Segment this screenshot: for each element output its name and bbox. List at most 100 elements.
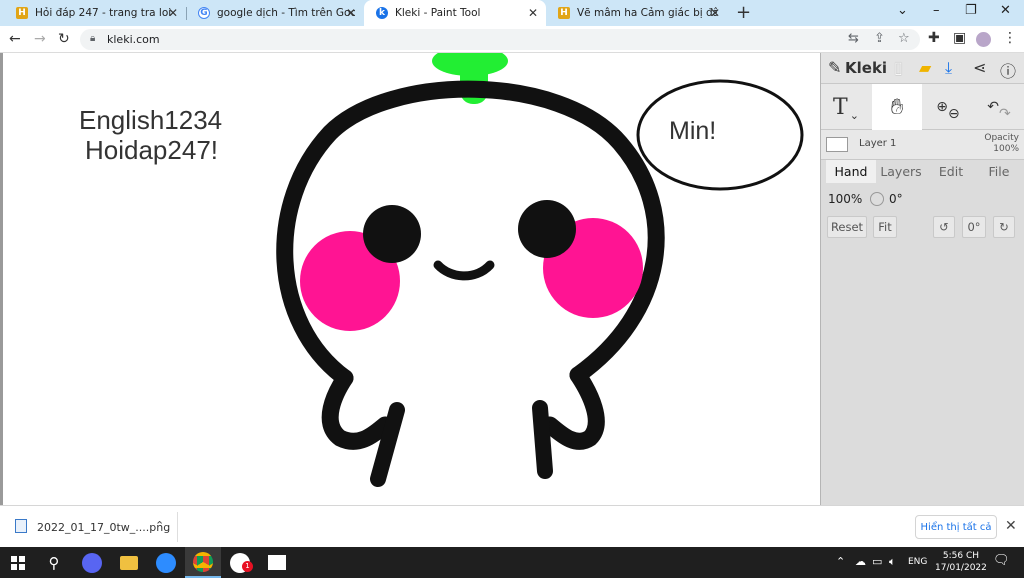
opacity-value: 100% xyxy=(993,144,1019,154)
lock-icon[interactable]: 🔒︎ xyxy=(90,33,95,44)
close-tab-icon[interactable]: ✕ xyxy=(710,6,720,20)
show-all-button[interactable]: Hiển thị tất cả xyxy=(915,515,997,539)
file-icon xyxy=(15,519,27,533)
reset-button[interactable]: Reset xyxy=(827,216,867,238)
chrome-icon[interactable] xyxy=(185,547,221,578)
text-tool-icon[interactable]: T ⌄ xyxy=(821,84,871,130)
kleki-logo-icon: ✎ xyxy=(828,58,842,77)
tab-title: Hỏi đáp 247 - trang tra loi xyxy=(35,7,172,19)
reload-icon[interactable]: ↻ xyxy=(58,31,70,47)
tab-ve-mam[interactable]: H Vẽ mâm ha Cảm giác bị đâm sau ✕ xyxy=(546,0,728,26)
tray-app-icon[interactable]: ☁︎ xyxy=(855,555,866,568)
tab-kleki[interactable]: k Kleki - Paint Tool ✕ xyxy=(364,0,546,26)
new-tab-icon[interactable]: + xyxy=(736,2,751,23)
panel-top-bar: ✎ Kleki ▯ ▰ ⤓ ⋖ ⓘ xyxy=(821,53,1024,84)
share-icon[interactable]: ⋖ xyxy=(973,58,986,77)
kleki-side-panel: ✎ Kleki ▯ ▰ ⤓ ⋖ ⓘ T ⌄ ✋︎ ⊕ ⊖ ↶ ↷ Layer 1 Op… xyxy=(820,53,1024,505)
download-file-name[interactable]: 2022_01_17_0tw_....png xyxy=(37,521,170,534)
hoidap-h-icon: H xyxy=(558,7,570,19)
download-icon[interactable]: ⤓ xyxy=(945,58,952,78)
google-g-icon: G xyxy=(198,7,210,19)
rotate-left-icon[interactable]: ↺ xyxy=(933,216,955,238)
volume-icon[interactable]: 🔈︎ xyxy=(889,555,896,569)
zoom-app-icon[interactable] xyxy=(148,547,184,578)
close-window-icon[interactable]: ✕ xyxy=(1000,3,1011,18)
speech-bubble-text: Min! xyxy=(669,117,717,145)
tray-chevron-icon[interactable]: ⌃ xyxy=(836,555,845,568)
open-folder-icon[interactable]: ▰ xyxy=(919,58,931,77)
restore-icon[interactable]: ❐ xyxy=(965,3,977,18)
kleki-icon: k xyxy=(376,7,388,19)
zalo-icon[interactable]: 1 xyxy=(222,547,258,578)
network-icon[interactable]: ▭ xyxy=(872,555,882,568)
close-tab-icon[interactable]: ✕ xyxy=(168,6,178,20)
tab-hand[interactable]: Hand xyxy=(826,160,876,183)
photos-icon[interactable] xyxy=(259,547,295,578)
left-leg-outline xyxy=(321,369,394,450)
navigation-bar: ← → ↻ 🔒︎ kleki.com ⇆ ⇪ ☆ ✚ ▣ ⋮ xyxy=(0,26,1024,53)
help-icon[interactable]: ⓘ xyxy=(1000,58,1016,82)
minimize-icon[interactable]: – xyxy=(933,3,940,18)
windows-taskbar: ⚲ 1 ⌃ ☁︎ ▭ 🔈︎ ENG 5:56 CH 17/01/2022 🗨︎ xyxy=(0,547,1024,578)
windows-start-icon[interactable] xyxy=(0,547,36,578)
clock-date: 17/01/2022 xyxy=(935,563,987,573)
menu-kebab-icon[interactable]: ⋮ xyxy=(1003,30,1017,46)
url-text[interactable]: kleki.com xyxy=(107,33,160,46)
kleki-logo-text[interactable]: Kleki xyxy=(845,59,887,77)
file-explorer-icon[interactable] xyxy=(111,547,147,578)
bookmark-star-icon[interactable]: ☆ xyxy=(898,31,910,46)
tab-hoidap[interactable]: H Hỏi đáp 247 - trang tra loi ✕ xyxy=(4,0,186,26)
rotate-right-icon[interactable]: ↻ xyxy=(993,216,1015,238)
tab-title: google dịch - Tìm trên Google xyxy=(217,7,355,19)
tab-strip: H Hỏi đáp 247 - trang tra loi ✕ G google… xyxy=(0,0,1024,26)
clock[interactable]: 5:56 CH 17/01/2022 xyxy=(935,550,987,574)
right-leg-outline xyxy=(541,366,605,450)
compass-icon[interactable] xyxy=(870,192,884,206)
close-tab-icon[interactable]: ✕ xyxy=(528,6,538,20)
mouth xyxy=(433,260,495,281)
angle-button[interactable]: 0° xyxy=(962,216,986,238)
notifications-icon[interactable]: 🗨︎ xyxy=(993,553,1010,568)
opacity-control[interactable]: Opacity 100% xyxy=(984,133,1019,155)
forward-icon[interactable]: → xyxy=(34,31,46,47)
chevron-up-icon[interactable]: ⌃ xyxy=(155,519,164,532)
right-eye xyxy=(518,200,576,258)
layer-thumbnail[interactable] xyxy=(826,137,848,152)
new-image-icon[interactable]: ▯ xyxy=(894,58,903,77)
search-icon[interactable]: ⚲ xyxy=(36,547,72,578)
tab-google[interactable]: G google dịch - Tìm trên Google ✕ xyxy=(186,0,364,26)
share-icon[interactable]: ⇪ xyxy=(874,31,885,46)
rotation-value: 0° xyxy=(889,192,903,206)
clock-time: 5:56 CH xyxy=(942,551,979,561)
zoom-tool-icon[interactable]: ⊕ ⊖ xyxy=(923,84,973,130)
address-bar[interactable]: 🔒︎ kleki.com ⇆ ⇪ ☆ xyxy=(80,29,920,50)
translate-icon[interactable]: ⇆ xyxy=(848,31,859,46)
back-icon[interactable]: ← xyxy=(9,31,21,47)
tab-title: Kleki - Paint Tool xyxy=(395,7,481,19)
hand-tool-icon[interactable]: ✋︎ xyxy=(872,84,922,130)
speech-bubble xyxy=(636,79,804,191)
layer-row[interactable]: Layer 1 Opacity 100% xyxy=(821,130,1024,160)
tab-layers[interactable]: Layers xyxy=(876,160,926,183)
discord-icon[interactable] xyxy=(74,547,110,578)
drawing-canvas[interactable]: English1234 Hoidap247! Min! xyxy=(0,53,820,505)
close-tab-icon[interactable]: ✕ xyxy=(346,6,356,20)
opacity-label: Opacity xyxy=(984,133,1019,143)
layer-name: Layer 1 xyxy=(859,138,897,149)
side-panel-icon[interactable]: ▣ xyxy=(953,30,966,46)
input-language[interactable]: ENG xyxy=(908,557,927,567)
zoom-level: 100% xyxy=(828,192,863,206)
close-download-bar-icon[interactable]: ✕ xyxy=(1005,518,1017,534)
tab-search-chevron-icon[interactable]: ⌄ xyxy=(897,3,908,18)
download-bar: 2022_01_17_0tw_....png ⌃ Hiển thị tất cả… xyxy=(0,505,1024,547)
fit-button[interactable]: Fit xyxy=(873,216,897,238)
notification-badge: 1 xyxy=(242,561,253,572)
tab-file[interactable]: File xyxy=(974,160,1024,183)
hoidap-h-icon: H xyxy=(16,7,28,19)
undo-redo-icon[interactable]: ↶ ↷ xyxy=(974,84,1024,130)
tab-edit[interactable]: Edit xyxy=(926,160,976,183)
left-eye xyxy=(363,205,421,263)
profile-avatar[interactable] xyxy=(976,32,991,47)
panel-tabs: Hand Layers Edit File xyxy=(821,160,1024,183)
extensions-icon[interactable]: ✚ xyxy=(928,30,940,46)
